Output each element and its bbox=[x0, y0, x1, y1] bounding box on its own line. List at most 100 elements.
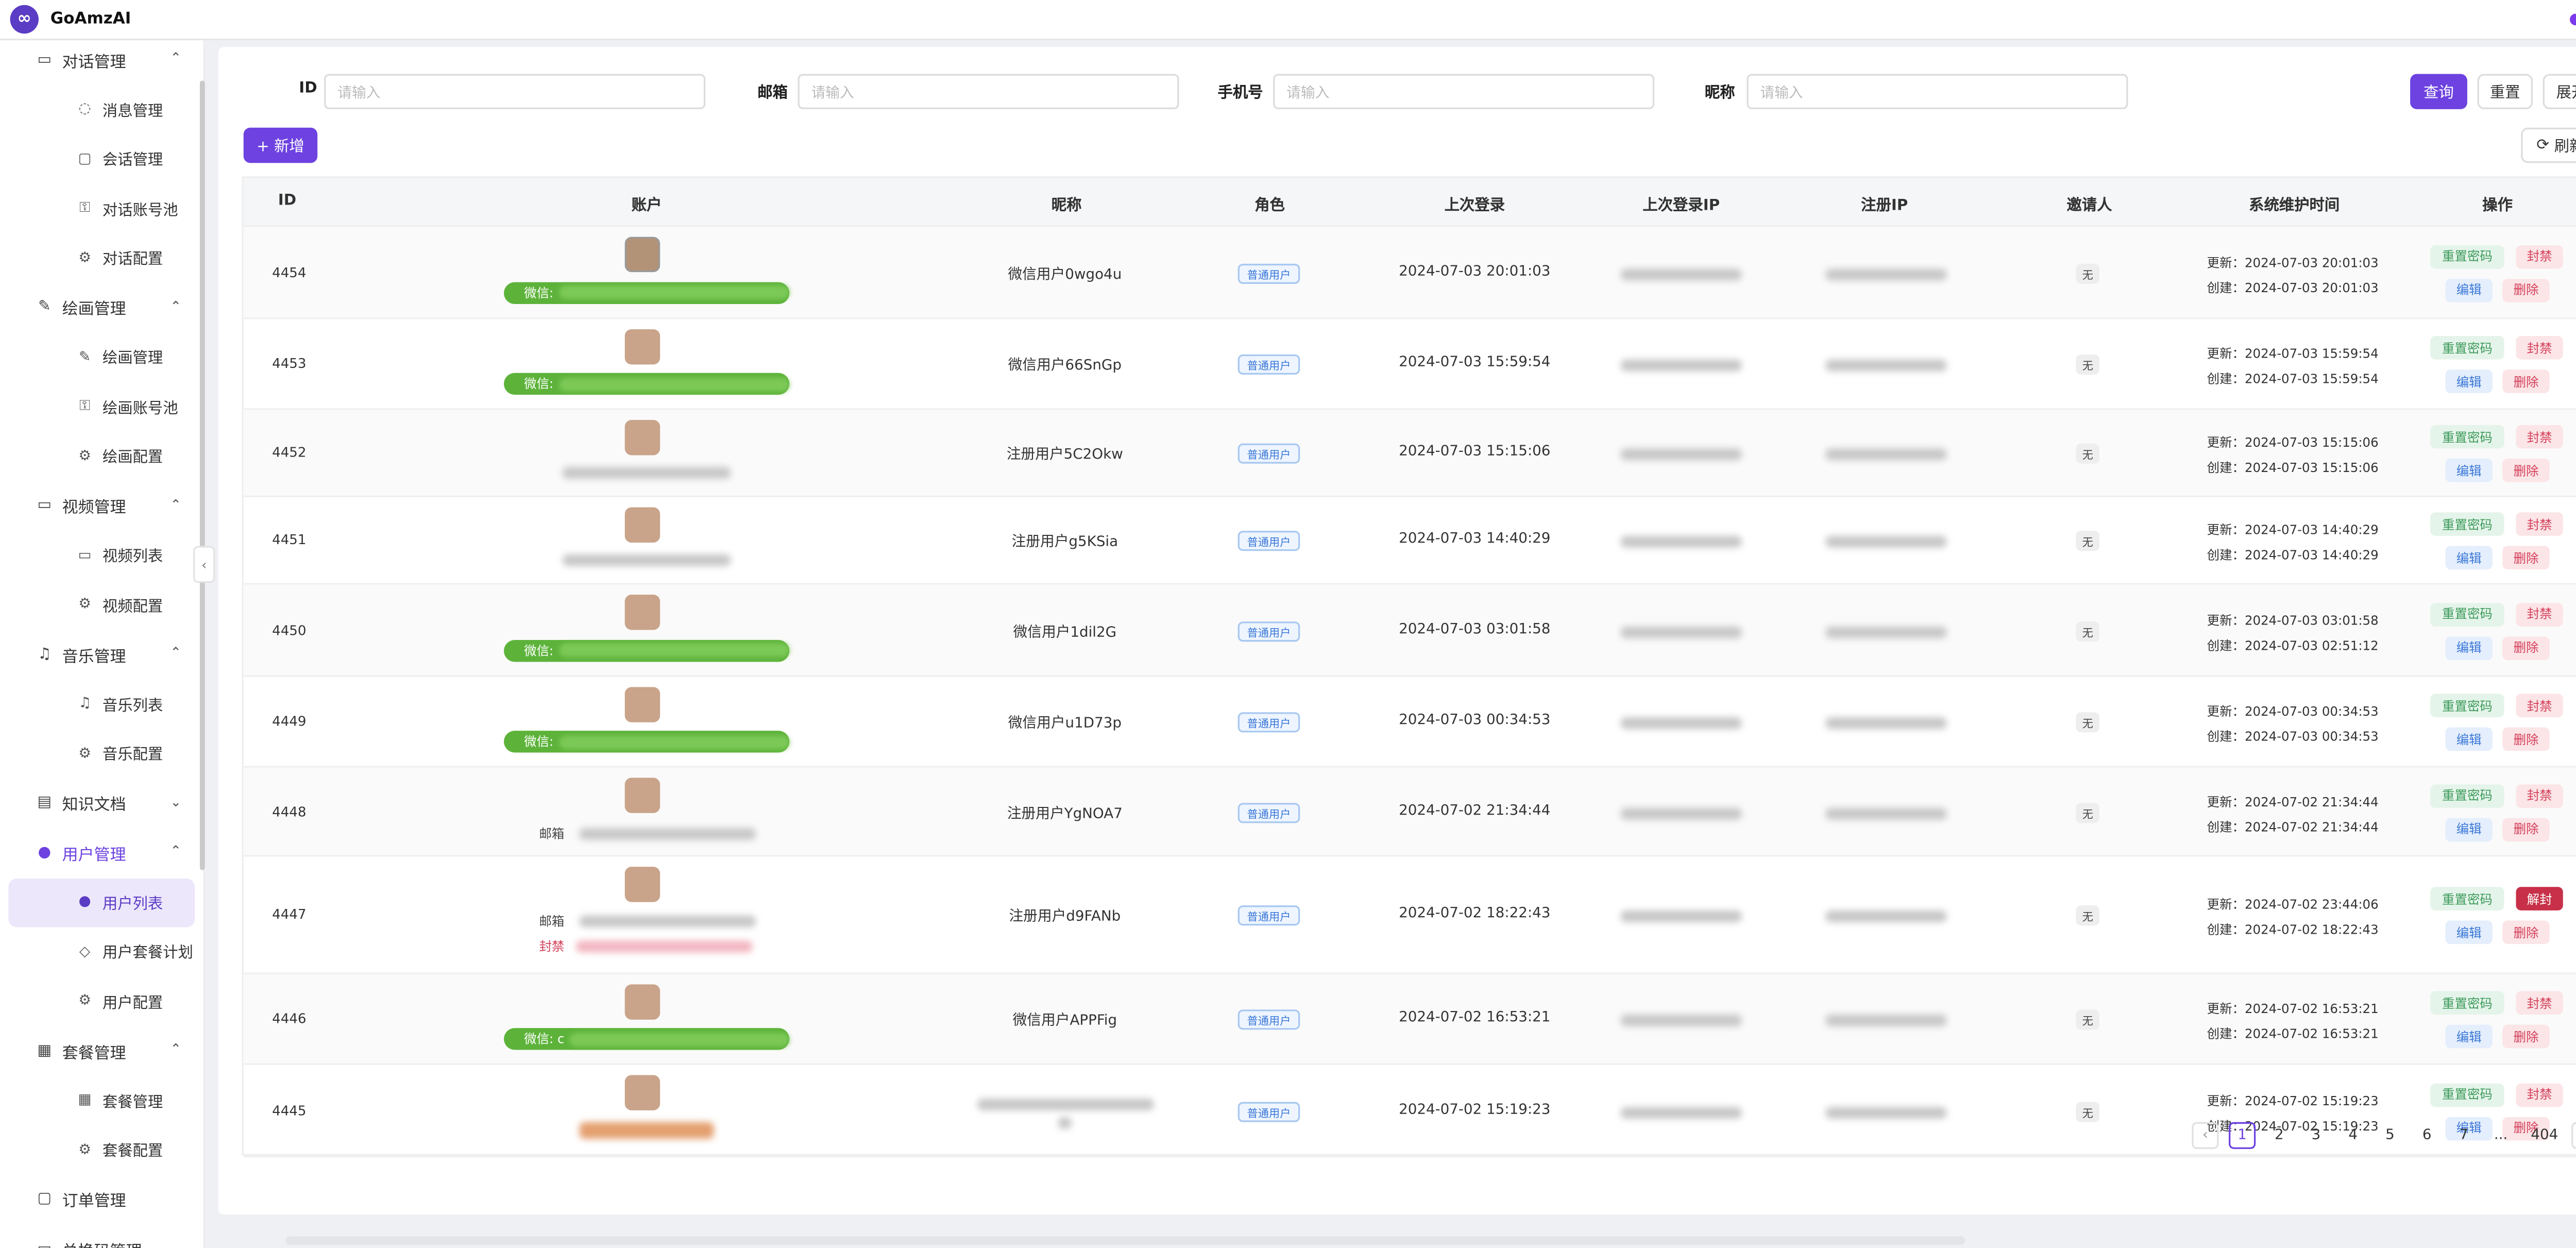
reset-password-button[interactable]: 重置密码 bbox=[2430, 694, 2504, 718]
ban-button[interactable]: 封禁 bbox=[2516, 1083, 2563, 1106]
sidebar-item-1-0[interactable]: ✎ 绘画管理 bbox=[8, 332, 195, 382]
sidebar-item-0-1[interactable]: ▢ 会话管理 bbox=[8, 134, 195, 184]
sidebar-group-3[interactable]: ♫ 音乐管理 ⌃ bbox=[0, 630, 203, 680]
ban-button[interactable]: 封禁 bbox=[2516, 602, 2563, 626]
delete-button[interactable]: 删除 bbox=[2502, 546, 2550, 570]
delete-button[interactable]: 删除 bbox=[2502, 278, 2550, 302]
sidebar-group-8[interactable]: ▭ 兑换码管理 bbox=[0, 1225, 203, 1248]
sidebar-item-6-0[interactable]: ▦ 套餐管理 bbox=[8, 1076, 195, 1125]
reset-button[interactable]: 重置 bbox=[2477, 74, 2533, 109]
sidebar-item-2-0[interactable]: ▭ 视频列表 bbox=[8, 531, 195, 580]
sidebar-item-3-0[interactable]: ♫ 音乐列表 bbox=[8, 680, 195, 729]
phone-input[interactable]: 请输入 bbox=[1273, 74, 1655, 109]
page-6[interactable]: 6 bbox=[2414, 1122, 2441, 1149]
column-header: 昵称 bbox=[1051, 198, 1082, 215]
edit-button[interactable]: 编辑 bbox=[2445, 635, 2493, 660]
sidebar-group-6[interactable]: ▦ 套餐管理 ⌃ bbox=[0, 1026, 203, 1076]
sidebar-group-label: 知识文档 bbox=[62, 797, 126, 815]
sidebar-group-5[interactable]: ● 用户管理 ⌃ bbox=[0, 828, 203, 878]
reset-password-button[interactable]: 重置密码 bbox=[2430, 602, 2504, 626]
unban-button[interactable]: 解封 bbox=[2516, 887, 2563, 910]
sidebar-group-7[interactable]: ▢ 订单管理 bbox=[0, 1175, 203, 1224]
collapse-sidebar-button[interactable]: ‹ bbox=[193, 546, 215, 583]
sidebar-item-6-1[interactable]: ⚙ 套餐配置 bbox=[8, 1125, 195, 1175]
sidebar-item-5-1[interactable]: ◇ 用户套餐计划 bbox=[8, 927, 195, 977]
edit-button[interactable]: 编辑 bbox=[2445, 278, 2493, 302]
sidebar-item-0-2[interactable]: ⚿ 对话账号池 bbox=[8, 184, 195, 233]
delete-button[interactable]: 删除 bbox=[2502, 727, 2550, 751]
ban-button[interactable]: 封禁 bbox=[2516, 991, 2563, 1015]
delete-button[interactable]: 删除 bbox=[2502, 635, 2550, 660]
table-row: 4450 微信: 微信用户1dil2G 普通用户 2024-07-03 03:01:58… bbox=[243, 584, 2576, 677]
ban-button[interactable]: 封禁 bbox=[2516, 512, 2563, 536]
edit-button[interactable]: 编辑 bbox=[2445, 1024, 2493, 1049]
page-1[interactable]: 1 bbox=[2229, 1122, 2256, 1149]
reset-password-button[interactable]: 重置密码 bbox=[2430, 887, 2504, 910]
delete-button[interactable]: 删除 bbox=[2502, 1024, 2550, 1049]
sidebar-group-0[interactable]: ▭ 对话管理 ⌃ bbox=[0, 40, 203, 85]
reset-password-button[interactable]: 重置密码 bbox=[2430, 244, 2504, 268]
add-button[interactable]: + 新增 bbox=[243, 127, 318, 163]
wechat-account-label: 微信: bbox=[524, 284, 554, 300]
delete-button[interactable]: 删除 bbox=[2502, 920, 2550, 945]
edit-button[interactable]: 编辑 bbox=[2445, 817, 2493, 841]
edit-button[interactable]: 编辑 bbox=[2445, 458, 2493, 482]
ban-button[interactable]: 封禁 bbox=[2516, 425, 2563, 449]
page-2[interactable]: 2 bbox=[2266, 1122, 2293, 1149]
reset-password-button[interactable]: 重置密码 bbox=[2430, 512, 2504, 536]
delete-button[interactable]: 删除 bbox=[2502, 369, 2550, 393]
page-7[interactable]: 7 bbox=[2450, 1122, 2477, 1149]
page-3[interactable]: 3 bbox=[2302, 1122, 2329, 1149]
sidebar-item-3-1[interactable]: ⚙ 音乐配置 bbox=[8, 729, 195, 779]
sidebar-scrollbar[interactable] bbox=[199, 80, 205, 870]
reset-password-button[interactable]: 重置密码 bbox=[2430, 991, 2504, 1015]
sidebar-item-0-3[interactable]: ⚙ 对话配置 bbox=[8, 233, 195, 283]
reset-password-button[interactable]: 重置密码 bbox=[2430, 783, 2504, 807]
email-input[interactable]: 请输入 bbox=[798, 74, 1179, 109]
role-badge: 普通用户 bbox=[1238, 263, 1300, 283]
refresh-button[interactable]: ⟳ 刷新 bbox=[2521, 127, 2576, 163]
email-label: 邮箱 bbox=[539, 826, 565, 842]
logo-icon[interactable]: ∞ bbox=[10, 5, 39, 34]
page-5[interactable]: 5 bbox=[2377, 1122, 2403, 1149]
package-icon: ▦ bbox=[78, 1092, 92, 1109]
sidebar-item-1-2[interactable]: ⚙ 绘画配置 bbox=[8, 432, 195, 481]
updated-time: 更新：2024-07-02 15:19:23 bbox=[2207, 1092, 2379, 1108]
sidebar-item-0-0[interactable]: ◌ 消息管理 bbox=[8, 85, 195, 134]
reset-password-button[interactable]: 重置密码 bbox=[2430, 336, 2504, 360]
blurred-last-login-ip bbox=[1620, 717, 1742, 729]
edit-button[interactable]: 编辑 bbox=[2445, 546, 2493, 570]
user-id: 4453 bbox=[272, 356, 307, 372]
edit-button[interactable]: 编辑 bbox=[2445, 920, 2493, 945]
sidebar-item-5-2[interactable]: ⚙ 用户配置 bbox=[8, 977, 195, 1026]
page-404[interactable]: 404 bbox=[2526, 1122, 2563, 1149]
sidebar-group-1[interactable]: ✎ 绘画管理 ⌃ bbox=[0, 283, 203, 332]
sidebar-item-5-0[interactable]: ● 用户列表 bbox=[8, 878, 195, 927]
horizontal-scrollbar[interactable] bbox=[285, 1236, 1965, 1245]
edit-button[interactable]: 编辑 bbox=[2445, 727, 2493, 751]
sidebar-item-1-1[interactable]: ⚿ 绘画账号池 bbox=[8, 382, 195, 432]
prev-page-button[interactable]: ‹ bbox=[2192, 1122, 2219, 1149]
sidebar-group-label: 套餐管理 bbox=[62, 1044, 126, 1063]
ban-button[interactable]: 封禁 bbox=[2516, 694, 2563, 718]
delete-button[interactable]: 删除 bbox=[2502, 458, 2550, 482]
sidebar-group-4[interactable]: ▤ 知识文档 ⌄ bbox=[0, 779, 203, 828]
edit-button[interactable]: 编辑 bbox=[2445, 369, 2493, 393]
sidebar-item-2-1[interactable]: ⚙ 视频配置 bbox=[8, 580, 195, 630]
wechat-icon[interactable]: ● bbox=[2563, 7, 2576, 32]
sidebar-group-2[interactable]: ▭ 视频管理 ⌃ bbox=[0, 481, 203, 531]
page-4[interactable]: 4 bbox=[2340, 1122, 2366, 1149]
nickname-input[interactable]: 请输入 bbox=[1747, 74, 2128, 109]
reset-password-button[interactable]: 重置密码 bbox=[2430, 1083, 2504, 1106]
updated-time: 更新：2024-07-03 15:59:54 bbox=[2207, 346, 2379, 361]
query-button[interactable]: 查询 bbox=[2410, 74, 2467, 109]
user-id: 4449 bbox=[272, 714, 307, 729]
ban-button[interactable]: 封禁 bbox=[2516, 783, 2563, 807]
expand-button[interactable]: 展开 bbox=[2543, 74, 2576, 109]
ban-button[interactable]: 封禁 bbox=[2516, 244, 2563, 268]
next-page-button[interactable]: › bbox=[2571, 1122, 2576, 1149]
reset-password-button[interactable]: 重置密码 bbox=[2430, 425, 2504, 449]
id-input[interactable]: 请输入 bbox=[324, 74, 706, 109]
delete-button[interactable]: 删除 bbox=[2502, 817, 2550, 841]
ban-button[interactable]: 封禁 bbox=[2516, 336, 2563, 360]
